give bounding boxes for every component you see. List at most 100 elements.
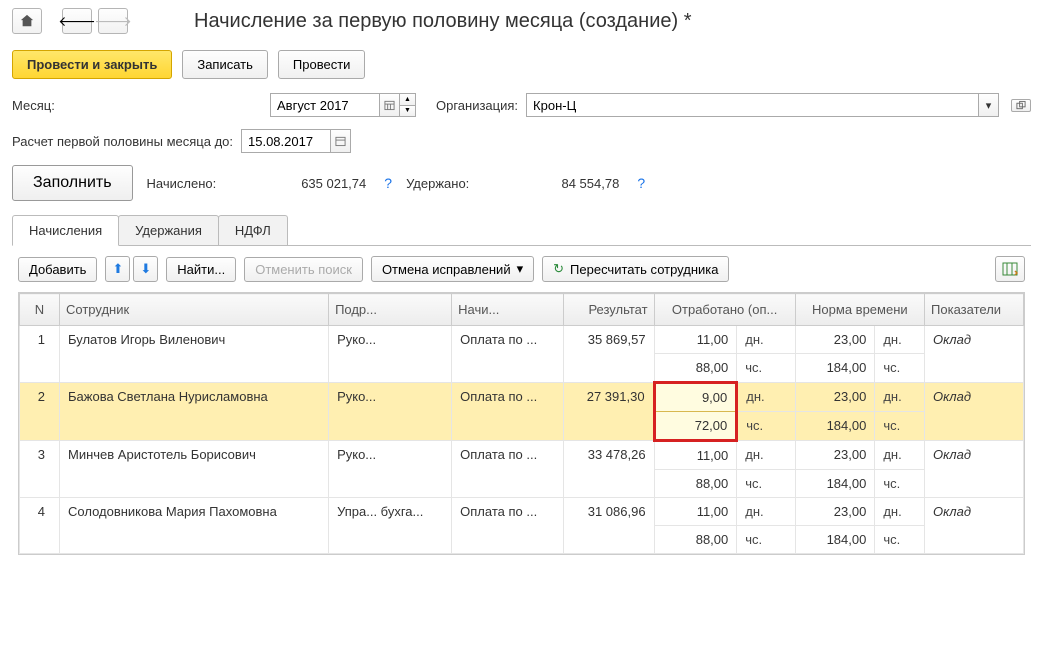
cell-employee: Солодовникова Мария Пахомовна <box>60 498 329 554</box>
col-dept[interactable]: Подр... <box>329 294 452 326</box>
cell-unit-ch: чс. <box>737 354 795 383</box>
calc-to-calendar-icon[interactable] <box>331 129 351 153</box>
cell-result: 27 391,30 <box>564 383 654 441</box>
cell-unit-ch: чс. <box>875 354 925 383</box>
move-down-button[interactable]: ⬇ <box>133 256 158 282</box>
cell-result: 31 086,96 <box>564 498 654 554</box>
arrow-down-icon: ⬇ <box>140 261 151 277</box>
cell-unit-ch: чс. <box>875 470 925 498</box>
month-label: Месяц: <box>12 98 262 113</box>
accruals-table: N Сотрудник Подр... Начи... Результат От… <box>19 293 1024 554</box>
cell-worked-hours: 88,00 <box>654 354 737 383</box>
home-button[interactable] <box>12 8 42 34</box>
cell-norm-days: 23,00 <box>795 441 875 470</box>
cell-result: 33 478,26 <box>564 441 654 498</box>
cell-result: 35 869,57 <box>564 326 654 383</box>
tab-ndfl[interactable]: НДФЛ <box>218 215 288 245</box>
col-worked[interactable]: Отработано (оп... <box>654 294 795 326</box>
move-up-button[interactable]: ⬆ <box>105 256 130 282</box>
cell-n: 2 <box>20 383 60 441</box>
cell-dept: Руко... <box>329 326 452 383</box>
table-row[interactable]: 2 Бажова Светлана Нурисламовна Руко... О… <box>20 383 1024 412</box>
arrow-up-icon: ⬆ <box>112 261 123 277</box>
org-input[interactable] <box>526 93 979 117</box>
help-icon-2[interactable]: ? <box>637 175 645 191</box>
cell-unit-dn: дн. <box>875 326 925 354</box>
save-button[interactable]: Записать <box>182 50 268 79</box>
cell-worked-days: 11,00 <box>654 441 737 470</box>
cell-employee: Бажова Светлана Нурисламовна <box>60 383 329 441</box>
month-up[interactable]: ▲ <box>400 94 415 106</box>
forward-button[interactable]: 🡒 <box>98 8 128 34</box>
fill-button[interactable]: Заполнить <box>12 165 133 201</box>
cell-calc: Оплата по ... <box>452 326 564 383</box>
refresh-icon: ↻ <box>553 261 564 277</box>
cell-norm-days: 23,00 <box>795 383 875 412</box>
cell-indicator: Оклад <box>925 326 1024 383</box>
month-input[interactable] <box>270 93 380 117</box>
cell-employee: Минчев Аристотель Борисович <box>60 441 329 498</box>
cell-indicator: Оклад <box>925 498 1024 554</box>
cell-norm-hours: 184,00 <box>795 470 875 498</box>
cell-unit-ch: чс. <box>737 412 795 441</box>
col-n[interactable]: N <box>20 294 60 326</box>
cell-dept: Руко... <box>329 383 452 441</box>
cell-unit-ch: чс. <box>875 526 925 554</box>
find-button[interactable]: Найти... <box>166 257 236 282</box>
tab-accruals[interactable]: Начисления <box>12 215 119 246</box>
cell-calc: Оплата по ... <box>452 383 564 441</box>
cell-norm-days: 23,00 <box>795 326 875 354</box>
col-norm[interactable]: Норма времени <box>795 294 924 326</box>
cell-worked-days: 11,00 <box>654 326 737 354</box>
configure-columns-button[interactable] <box>995 256 1025 282</box>
arrow-left-icon: 🡐 <box>58 13 96 30</box>
add-button[interactable]: Добавить <box>18 257 97 282</box>
cell-norm-hours: 184,00 <box>795 526 875 554</box>
cell-unit-dn: дн. <box>737 498 795 526</box>
back-button[interactable]: 🡐 <box>62 8 92 34</box>
cell-unit-dn: дн. <box>737 326 795 354</box>
month-down[interactable]: ▼ <box>400 106 415 117</box>
cell-unit-dn: дн. <box>737 383 795 412</box>
detach-icon[interactable] <box>1011 99 1031 112</box>
page-title: Начисление за первую половину месяца (со… <box>194 10 692 33</box>
help-icon[interactable]: ? <box>384 175 392 191</box>
cell-norm-hours: 184,00 <box>795 354 875 383</box>
cell-unit-dn: дн. <box>875 498 925 526</box>
cell-calc: Оплата по ... <box>452 498 564 554</box>
columns-icon <box>1002 262 1018 276</box>
cancel-corrections-button[interactable]: Отмена исправлений ▾ <box>371 256 534 282</box>
cell-norm-hours: 184,00 <box>795 412 875 441</box>
post-and-close-button[interactable]: Провести и закрыть <box>12 50 172 79</box>
withheld-label: Удержано: <box>406 176 469 191</box>
table-row[interactable]: 4 Солодовникова Мария Пахомовна Упра... … <box>20 498 1024 526</box>
cell-worked-days: 11,00 <box>654 498 737 526</box>
cancel-search-button[interactable]: Отменить поиск <box>244 257 363 282</box>
home-icon <box>20 14 34 28</box>
table-row[interactable]: 3 Минчев Аристотель Борисович Руко... Оп… <box>20 441 1024 470</box>
cell-indicator: Оклад <box>925 383 1024 441</box>
tab-deductions[interactable]: Удержания <box>118 215 219 245</box>
withheld-value: 84 554,78 <box>483 176 623 191</box>
org-label: Организация: <box>436 98 518 113</box>
col-result[interactable]: Результат <box>564 294 654 326</box>
recalculate-button[interactable]: ↻ Пересчитать сотрудника <box>542 256 729 282</box>
calc-to-input[interactable] <box>241 129 331 153</box>
cell-unit-dn: дн. <box>737 441 795 470</box>
cell-employee: Булатов Игорь Виленович <box>60 326 329 383</box>
col-calc[interactable]: Начи... <box>452 294 564 326</box>
cell-worked-hours: 72,00 <box>654 412 737 441</box>
accrued-value: 635 021,74 <box>230 176 370 191</box>
table-row[interactable]: 1 Булатов Игорь Виленович Руко... Оплата… <box>20 326 1024 354</box>
org-dropdown-icon[interactable]: ▾ <box>979 93 999 117</box>
cell-unit-ch: чс. <box>737 470 795 498</box>
calendar-icon[interactable] <box>380 93 400 117</box>
post-button[interactable]: Провести <box>278 50 366 79</box>
cell-calc: Оплата по ... <box>452 441 564 498</box>
col-employee[interactable]: Сотрудник <box>60 294 329 326</box>
cell-unit-ch: чс. <box>875 412 925 441</box>
cell-unit-dn: дн. <box>875 383 925 412</box>
col-indicators[interactable]: Показатели <box>925 294 1024 326</box>
tabs: Начисления Удержания НДФЛ <box>12 215 1031 246</box>
chevron-down-icon: ▾ <box>517 261 524 277</box>
